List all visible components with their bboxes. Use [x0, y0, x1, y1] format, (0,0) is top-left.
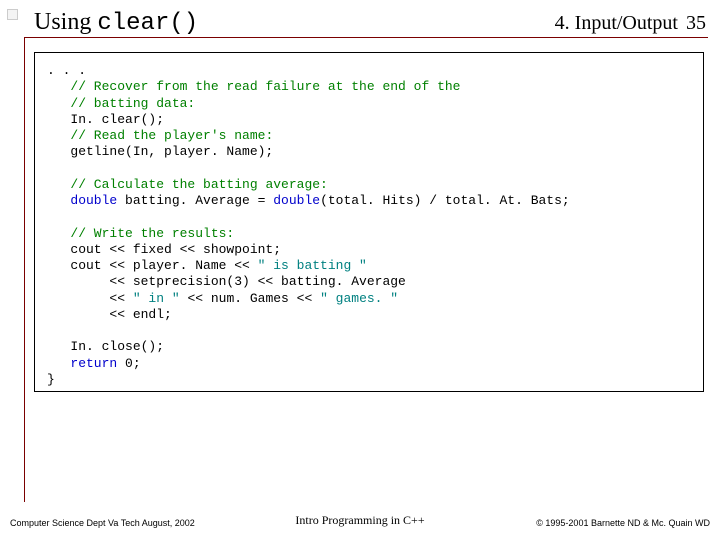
code-line: In. clear(); — [47, 112, 164, 127]
corner-ornament-inner — [7, 9, 18, 20]
code-string: " games. " — [320, 291, 398, 306]
code-line: << endl; — [47, 307, 172, 322]
code-indent — [47, 128, 70, 143]
code-keyword: double — [273, 193, 320, 208]
code-comment: // Calculate the batting average: — [70, 177, 327, 192]
code-indent — [47, 79, 70, 94]
header: Using clear() 4. Input/Output 35 — [34, 6, 706, 40]
footer: Computer Science Dept Va Tech August, 20… — [10, 518, 710, 528]
code-indent — [47, 177, 70, 192]
code-indent — [47, 193, 70, 208]
code-text: 0; — [117, 356, 140, 371]
code-text: cout << player. Name << — [47, 258, 258, 273]
footer-right: © 1995-2001 Barnette ND & Mc. Quain WD — [536, 518, 710, 528]
code-keyword: double — [70, 193, 117, 208]
code-string: " in " — [133, 291, 180, 306]
code-line: getline(In, player. Name); — [47, 144, 273, 159]
corner-ornament — [3, 6, 29, 30]
page-title-mono: clear() — [97, 10, 198, 37]
code-indent — [47, 226, 70, 241]
code-keyword: return — [70, 356, 117, 371]
footer-left: Computer Science Dept Va Tech August, 20… — [10, 518, 195, 528]
code-comment: // batting data: — [70, 96, 195, 111]
code-indent — [47, 356, 70, 371]
code-indent — [47, 96, 70, 111]
side-rule — [24, 37, 25, 502]
code-text: batting. Average = — [117, 193, 273, 208]
page-title: Using clear() — [34, 9, 198, 37]
code-comment: // Write the results: — [70, 226, 234, 241]
code-line: . . . — [47, 63, 86, 78]
code-line: cout << fixed << showpoint; — [47, 242, 281, 257]
code-comment: // Read the player's name: — [70, 128, 273, 143]
code-line: << setprecision(3) << batting. Average — [47, 274, 406, 289]
chapter-label: 4. Input/Output 35 — [555, 12, 706, 35]
chapter-text: 4. Input/Output — [555, 12, 678, 34]
code-text: << — [47, 291, 133, 306]
code-line: } — [47, 372, 55, 387]
code-comment: // Recover from the read failure at the … — [70, 79, 460, 94]
code-box: . . . // Recover from the read failure a… — [34, 52, 704, 392]
page-title-text: Using — [34, 9, 97, 35]
code-line: In. close(); — [47, 339, 164, 354]
slide: Using clear() 4. Input/Output 35 . . . //… — [0, 0, 720, 540]
code-text: (total. Hits) / total. At. Bats; — [320, 193, 570, 208]
code-text: << num. Games << — [180, 291, 320, 306]
page-number: 35 — [686, 12, 706, 34]
code-string: " is batting " — [258, 258, 367, 273]
